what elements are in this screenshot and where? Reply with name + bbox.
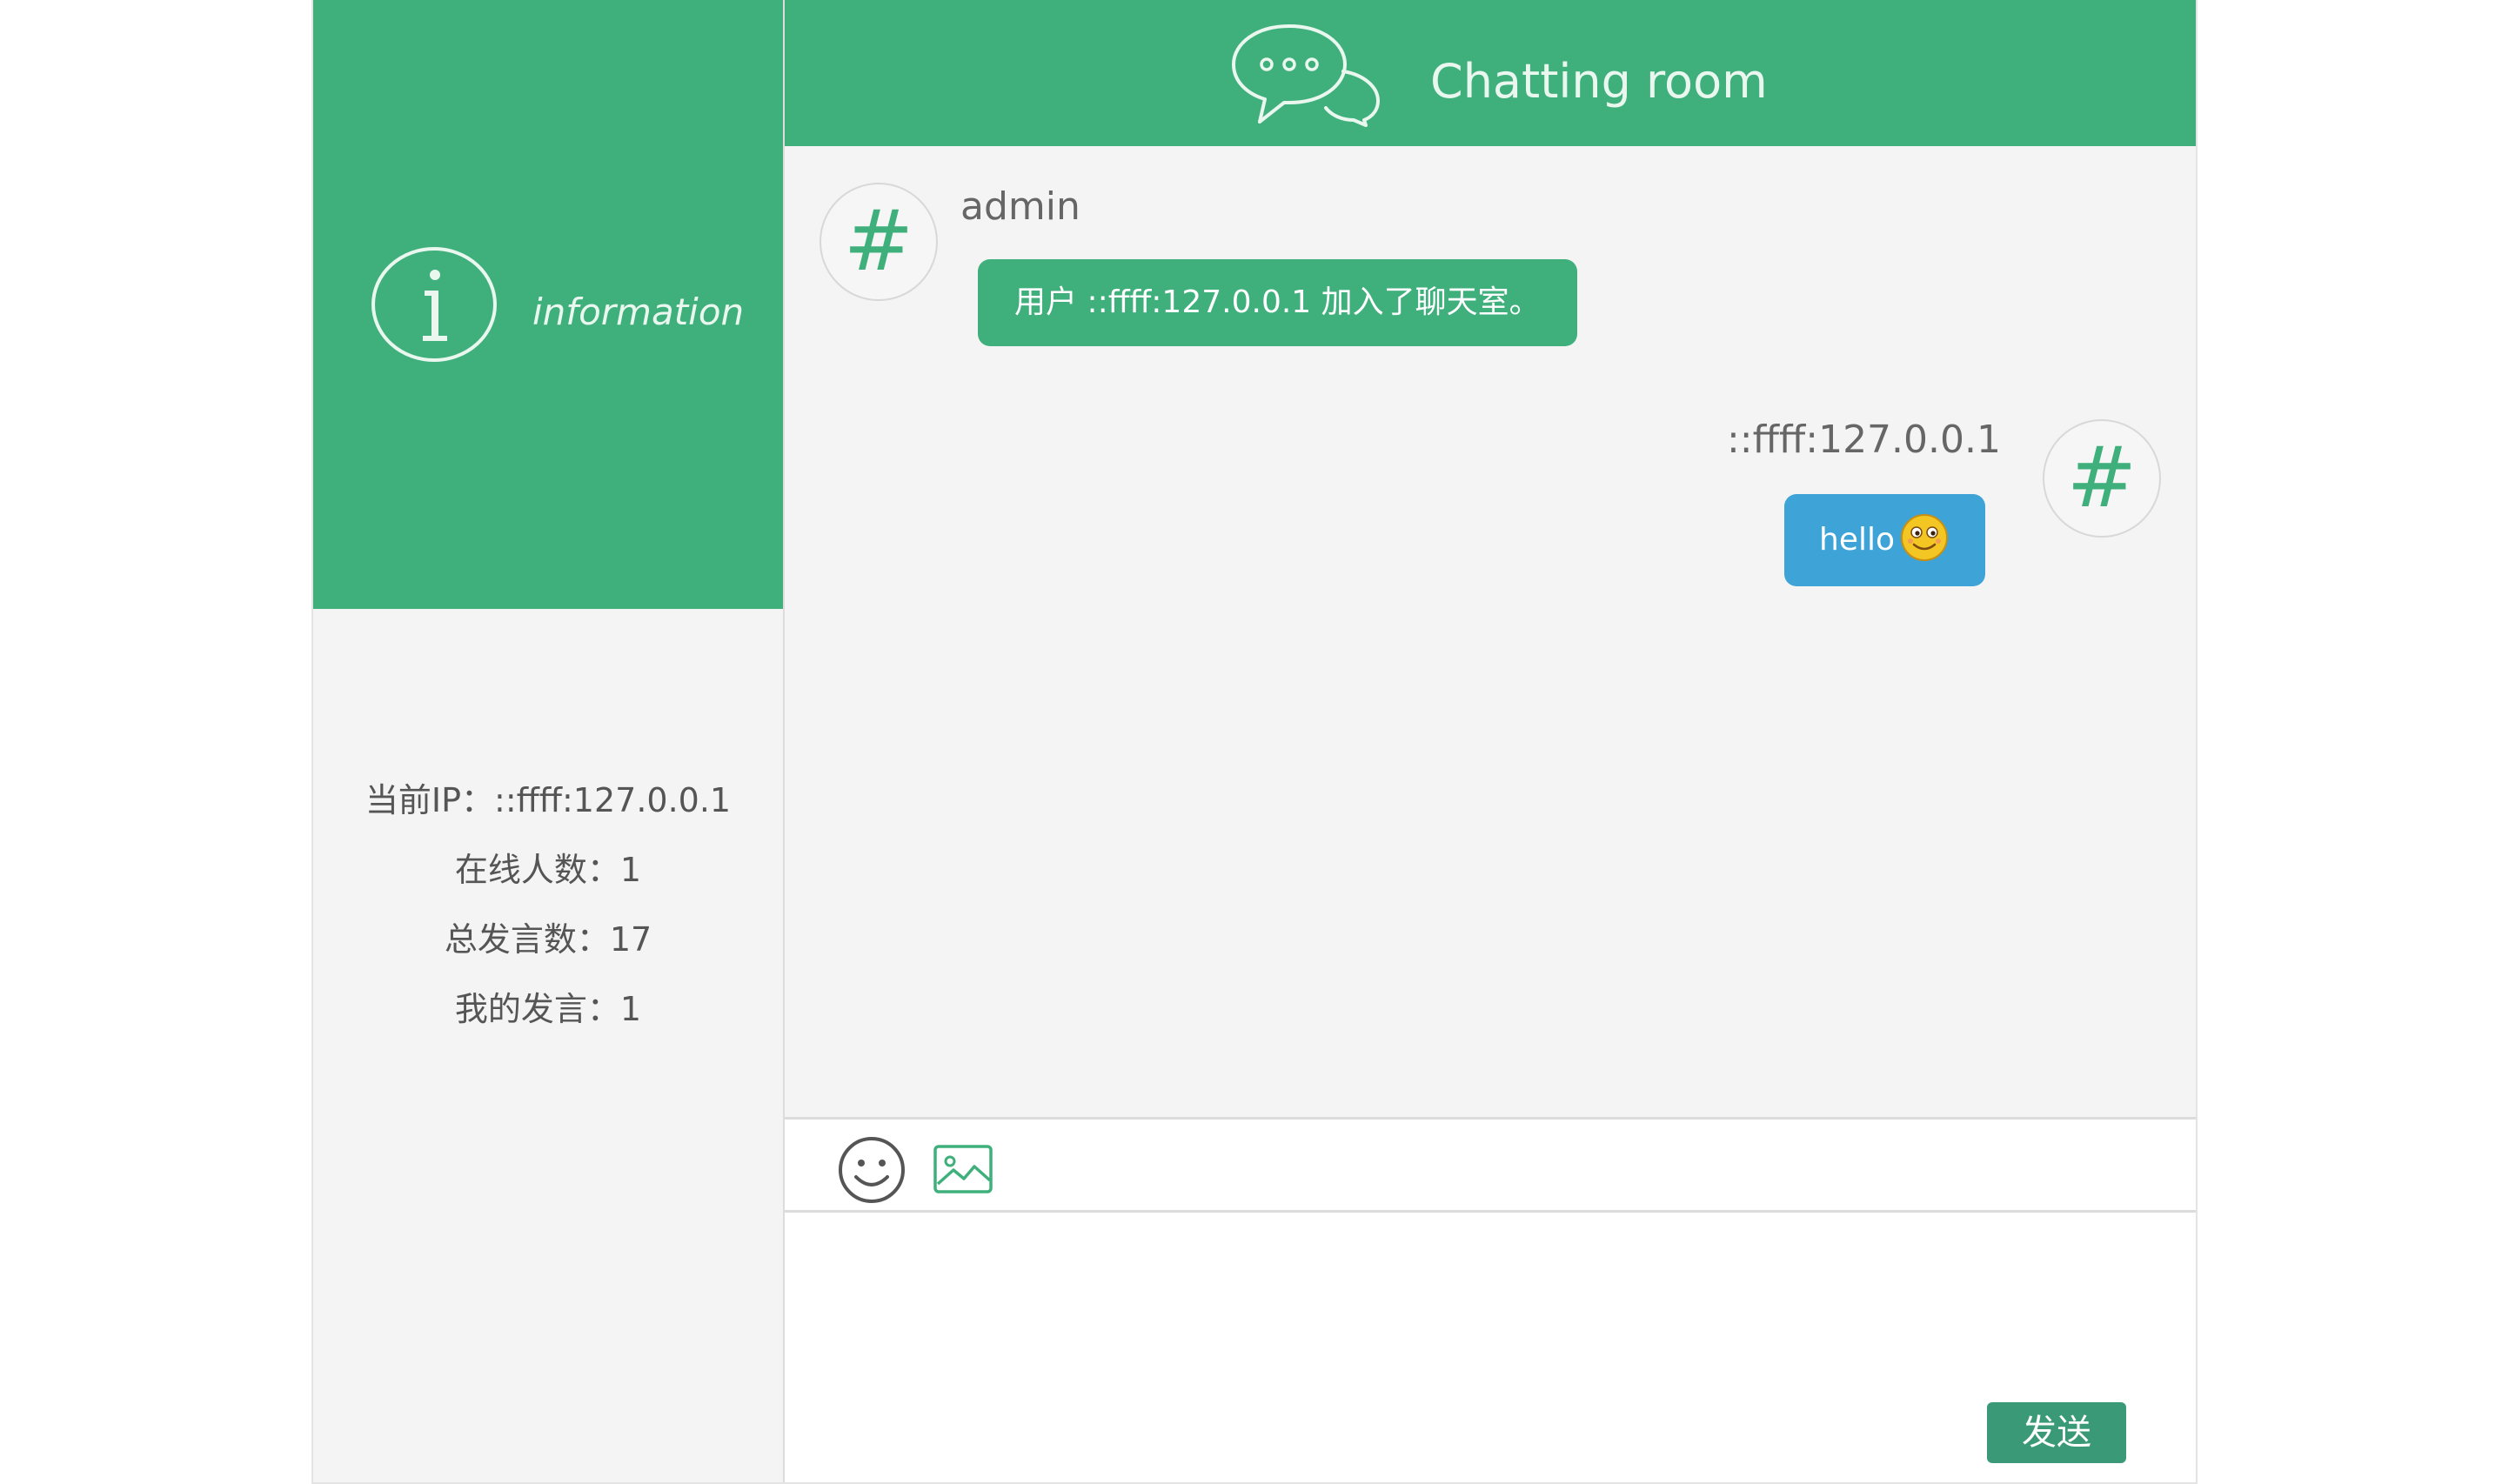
sender-name: admin [960,184,1080,229]
sidebar-header: information [313,0,783,609]
total-messages-stat: 总发言数：17 [444,920,652,959]
avatar[interactable]: # [2043,419,2161,538]
composer: 发送 [785,1213,2196,1482]
chat-bubbles-icon [1232,24,1380,127]
chat-main: Chatting room # admin 用户 ::ffff:127.0.0.… [785,0,2196,1482]
message-bubble: hello [1784,494,1985,586]
message-list: # admin 用户 ::ffff:127.0.0.1 加入了聊天室。 # ::… [785,146,2196,1117]
composer-toolbar [785,1117,2196,1213]
my-messages-stat: 我的发言：1 [454,990,642,1028]
message-input[interactable] [785,1213,2196,1482]
image-icon[interactable] [933,1144,993,1194]
chat-header: Chatting room [785,0,2196,146]
message-text: hello [1819,522,1895,558]
current-ip-stat: 当前IP：::ffff:127.0.0.1 [365,781,732,819]
smiley-face-icon[interactable] [837,1135,906,1205]
chat-app: information 当前IP：::ffff:127.0.0.1 在线人数：1… [311,0,2198,1484]
message-bubble: 用户 ::ffff:127.0.0.1 加入了聊天室。 [978,259,1577,346]
send-button[interactable]: 发送 [1987,1402,2126,1463]
info-sidebar: information 当前IP：::ffff:127.0.0.1 在线人数：1… [313,0,785,1482]
info-label: information [532,291,745,333]
info-icon [371,247,497,362]
smiley-emoji-icon [1901,514,1948,561]
online-count-stat: 在线人数：1 [454,851,642,889]
page-title: Chatting room [1430,54,1768,109]
avatar[interactable]: # [820,183,938,301]
stats-panel: 当前IP：::ffff:127.0.0.1 在线人数：1 总发言数：17 我的发… [313,765,783,1044]
sender-name: ::ffff:127.0.0.1 [1726,418,2001,462]
